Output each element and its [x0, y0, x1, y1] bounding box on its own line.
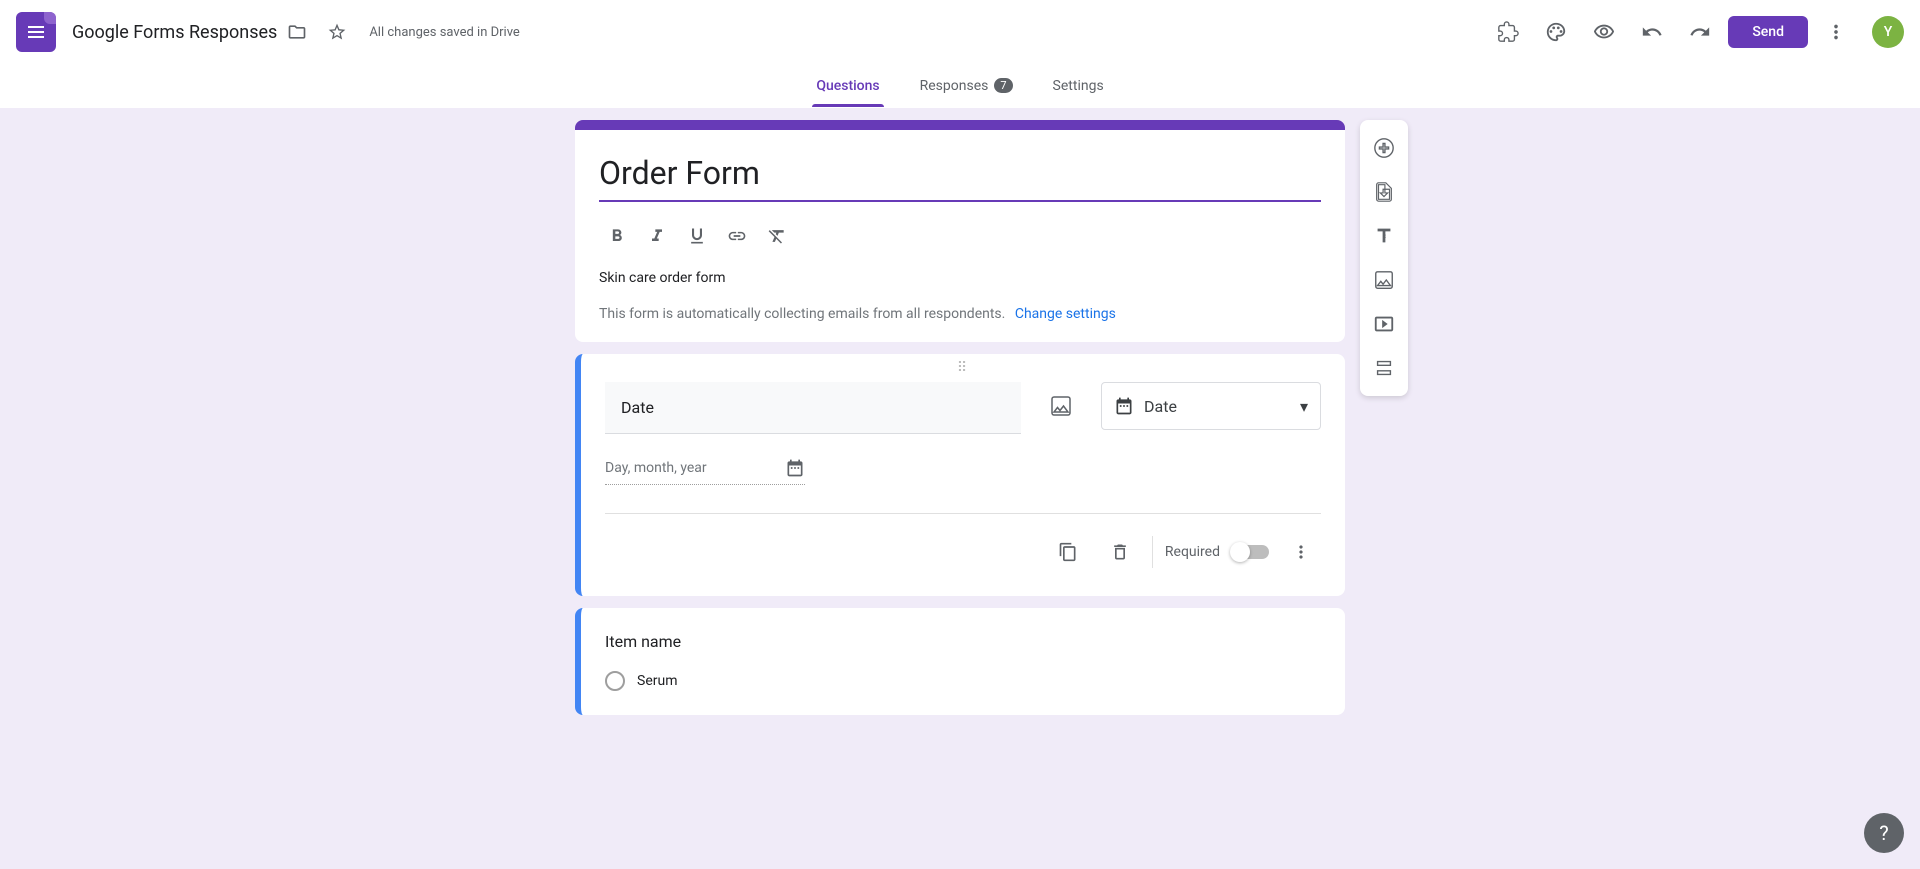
question-card-date[interactable]: ⠿ Date ▾ Day, month, year — [575, 354, 1345, 596]
customize-theme-icon[interactable] — [1536, 12, 1576, 52]
responses-count-badge: 7 — [994, 78, 1012, 93]
change-settings-link[interactable]: Change settings — [1015, 306, 1116, 322]
collection-notice-text: This form is automatically collecting em… — [599, 306, 1005, 322]
divider — [1152, 536, 1153, 568]
more-options-icon[interactable] — [1816, 12, 1856, 52]
send-button[interactable]: Send — [1728, 16, 1808, 48]
dropdown-arrow-icon: ▾ — [1300, 397, 1308, 416]
email-collection-notice: This form is automatically collecting em… — [599, 306, 1321, 322]
question-title[interactable]: Item name — [605, 632, 1321, 651]
calendar-icon — [785, 458, 805, 478]
option-text[interactable]: Serum — [637, 673, 677, 689]
help-icon[interactable]: ? — [1864, 813, 1904, 853]
import-questions-icon[interactable] — [1364, 172, 1404, 212]
required-label: Required — [1165, 544, 1220, 560]
floating-toolbar — [1360, 120, 1408, 396]
user-avatar[interactable]: Y — [1872, 16, 1904, 48]
required-toggle[interactable] — [1232, 545, 1269, 559]
radio-icon — [605, 671, 625, 691]
forms-logo[interactable] — [16, 12, 56, 52]
option-row: Serum — [605, 671, 1321, 691]
bold-icon[interactable] — [599, 218, 635, 254]
link-icon[interactable] — [719, 218, 755, 254]
text-formatting-toolbar — [599, 210, 1321, 270]
delete-icon[interactable] — [1100, 532, 1140, 572]
clear-formatting-icon[interactable] — [759, 218, 795, 254]
duplicate-icon[interactable] — [1048, 532, 1088, 572]
question-type-dropdown[interactable]: Date ▾ — [1101, 382, 1321, 430]
question-type-label: Date — [1144, 397, 1177, 416]
add-image-icon[interactable] — [1364, 260, 1404, 300]
document-title[interactable]: Google Forms Responses — [72, 22, 277, 43]
question-title-input[interactable] — [605, 382, 1021, 434]
form-editor-main: Order Form Skin care order form This for… — [0, 108, 1920, 767]
form-title-card: Order Form Skin care order form This for… — [575, 120, 1345, 342]
app-header: Google Forms Responses All changes saved… — [0, 0, 1920, 64]
move-to-folder-icon[interactable] — [277, 12, 317, 52]
add-video-icon[interactable] — [1364, 304, 1404, 344]
save-status: All changes saved in Drive — [369, 25, 520, 40]
form-description-input[interactable]: Skin care order form — [599, 270, 1321, 286]
tab-questions-label: Questions — [816, 78, 879, 94]
tab-settings-label: Settings — [1053, 78, 1104, 94]
preview-icon[interactable] — [1584, 12, 1624, 52]
question-more-icon[interactable] — [1281, 532, 1321, 572]
date-placeholder-text: Day, month, year — [605, 460, 707, 476]
undo-icon[interactable] — [1632, 12, 1672, 52]
italic-icon[interactable] — [639, 218, 675, 254]
tab-responses-label: Responses — [920, 78, 989, 94]
drag-handle-icon[interactable]: ⠿ — [605, 360, 1321, 376]
tab-responses[interactable]: Responses 7 — [916, 64, 1017, 107]
tab-questions[interactable]: Questions — [812, 64, 883, 107]
star-icon[interactable] — [317, 12, 357, 52]
calendar-icon — [1114, 396, 1134, 416]
addons-icon[interactable] — [1488, 12, 1528, 52]
add-section-icon[interactable] — [1364, 348, 1404, 388]
form-title-input[interactable]: Order Form — [599, 154, 1321, 202]
redo-icon[interactable] — [1680, 12, 1720, 52]
add-title-icon[interactable] — [1364, 216, 1404, 256]
date-answer-preview: Day, month, year — [605, 458, 805, 485]
underline-icon[interactable] — [679, 218, 715, 254]
add-question-icon[interactable] — [1364, 128, 1404, 168]
question-card-item-name[interactable]: Item name Serum — [575, 608, 1345, 715]
tab-settings[interactable]: Settings — [1049, 64, 1108, 107]
form-tabs: Questions Responses 7 Settings — [0, 64, 1920, 108]
add-image-icon[interactable] — [1037, 382, 1085, 430]
